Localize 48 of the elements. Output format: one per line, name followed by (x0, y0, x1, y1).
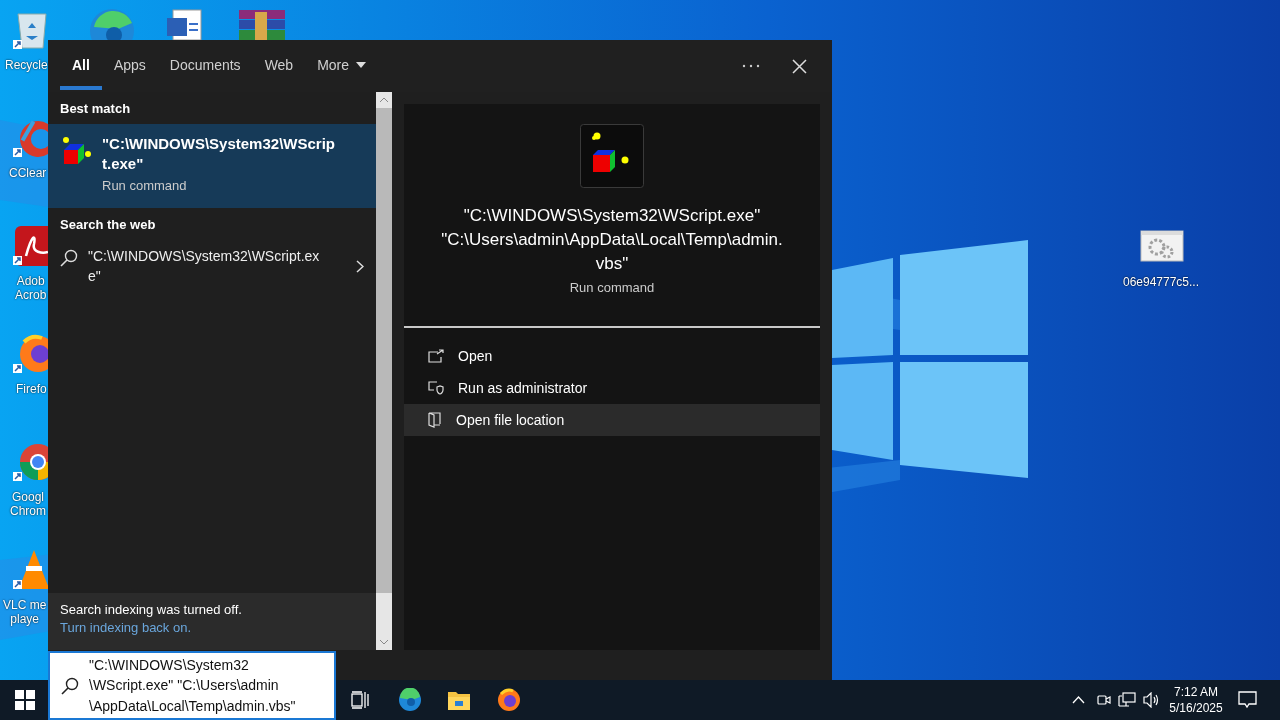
camera-icon[interactable] (1096, 692, 1111, 708)
search-icon (61, 676, 79, 695)
indexing-link[interactable]: Turn indexing back on. (60, 620, 364, 635)
browser-icon[interactable] (398, 688, 422, 712)
search-icon (60, 249, 78, 267)
more-options-icon[interactable] (742, 64, 760, 68)
chevron-right-icon[interactable] (356, 259, 364, 273)
more-dropdown[interactable]: More (305, 40, 379, 90)
fox-icon[interactable] (497, 688, 521, 712)
folder-door-icon (428, 412, 442, 428)
clock-time: 7:12 AM (1173, 684, 1219, 700)
script-cube-icon (580, 124, 644, 188)
volume-icon[interactable] (1143, 692, 1160, 708)
search-field[interactable]: "C:\WINDOWS\System32 \WScript.exe" "C:\Users\admin \AppData\Local\Temp\admin.vbs" (48, 651, 336, 720)
web-search-result[interactable]: "C:\WINDOWS\System32\WScript.ex e" (88, 246, 346, 286)
chevron-up-icon[interactable] (1072, 696, 1085, 704)
best-match-result[interactable]: "C:\WINDOWS\System32\WScrip t.exe" Run command (48, 124, 376, 208)
gears-window-icon[interactable] (1140, 230, 1184, 262)
folder-icon[interactable] (447, 689, 471, 711)
section-header: Best match (59, 100, 132, 118)
section-header: Search the web (59, 216, 157, 234)
notice-message: Search indexing was turned off. (60, 602, 243, 617)
desktop-icon-label[interactable]: 06e94777c5... (1111, 275, 1211, 289)
clock[interactable]: 7:12 AM 5/16/2025 (1166, 684, 1226, 716)
task-view-icon[interactable] (351, 691, 369, 709)
start-icon[interactable] (15, 690, 35, 710)
document-icon[interactable] (165, 8, 205, 40)
notification-icon[interactable] (1238, 691, 1257, 709)
clock-date: 5/16/2025 (1168, 700, 1224, 716)
close-icon[interactable] (792, 58, 807, 74)
shield-window-icon (428, 381, 444, 395)
books-icon[interactable] (237, 8, 287, 40)
result-type: Run command (102, 178, 188, 193)
filter-tab[interactable]: Documents (157, 40, 253, 90)
network-icon[interactable] (1118, 692, 1136, 708)
action-item[interactable]: Open file location (404, 404, 820, 436)
traffic-cone-icon[interactable] (12, 548, 48, 590)
filter-tab[interactable]: All (60, 40, 102, 90)
caret-icon (356, 62, 367, 68)
command-type: Run command (569, 280, 655, 295)
action-item[interactable]: Run as administrator (404, 372, 820, 404)
command-title: "C:\WINDOWS\System32\WScript.exe" "C:\Users\admin\AppData\Local\Temp\admin. vbs" (441, 205, 783, 275)
filter-tab[interactable]: Apps (101, 40, 158, 90)
result-title: "C:\WINDOWS\System32\WScrip t.exe" (102, 134, 335, 174)
filter-tab[interactable]: Web (252, 40, 306, 90)
open-window-icon (428, 349, 444, 363)
action-item[interactable]: Open (404, 340, 820, 372)
document-icon[interactable] (12, 224, 48, 266)
